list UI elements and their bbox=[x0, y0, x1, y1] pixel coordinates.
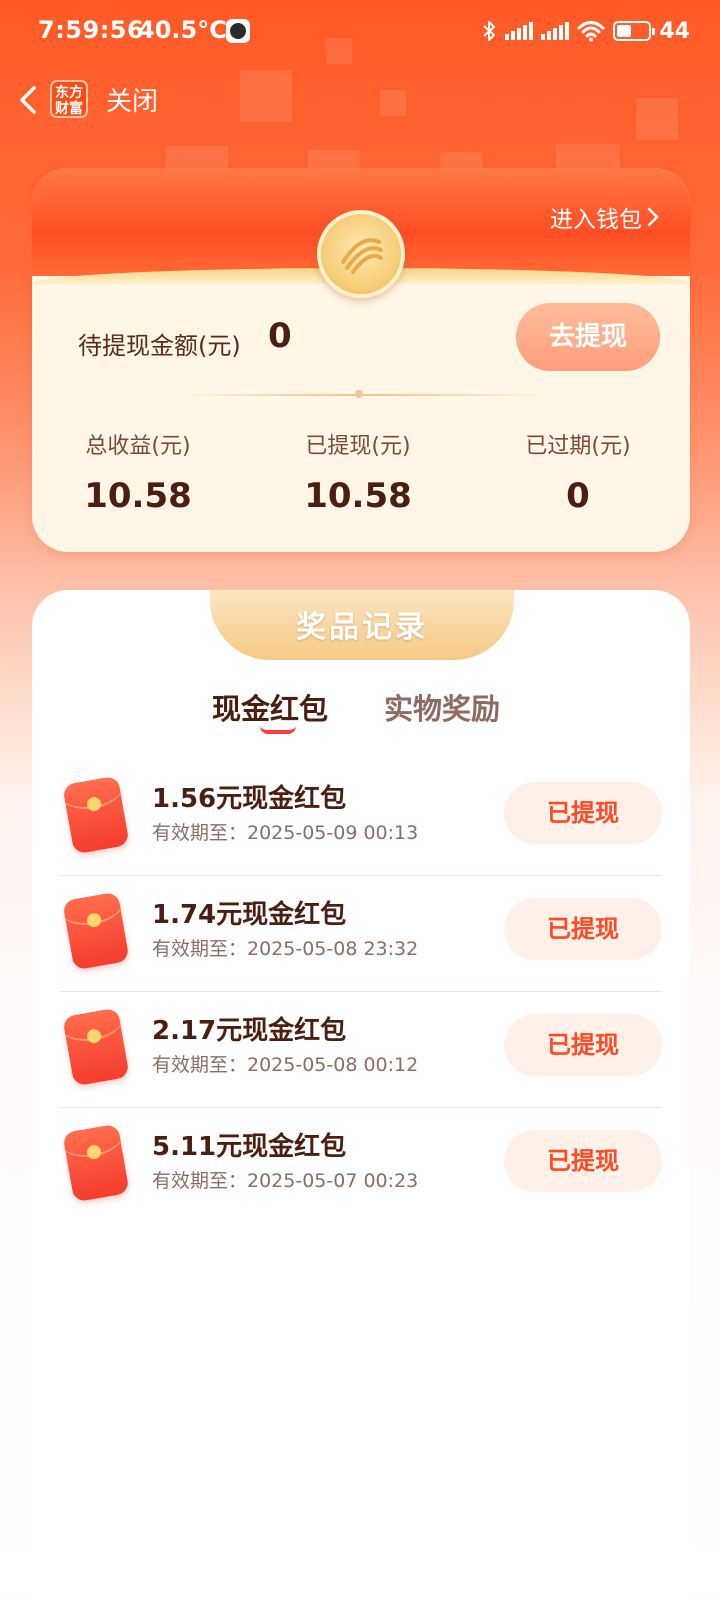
records-title-banner: 奖品记录 bbox=[210, 590, 514, 660]
stat-value: 10.58 bbox=[84, 476, 192, 516]
withdrawn-status-button[interactable]: 已提现 bbox=[504, 1130, 662, 1192]
list-item: 1.56元现金红包 有效期至：2025-05-09 00:13 已提现 bbox=[60, 760, 662, 876]
stat-expired: 已过期(元) 0 bbox=[488, 428, 668, 516]
record-expiry: 有效期至：2025-05-08 00:12 bbox=[152, 1054, 419, 1076]
withdrawn-status-button[interactable]: 已提现 bbox=[504, 782, 662, 844]
stat-label: 已过期(元) bbox=[525, 434, 631, 459]
background-decoration bbox=[308, 150, 360, 168]
prize-records-panel: 奖品记录 现金红包 实物奖励 1.56元现金红包 有效期至：2025-05-09… bbox=[32, 590, 690, 1600]
enter-wallet-label: 进入钱包 bbox=[550, 207, 642, 233]
pending-amount-value: 0 bbox=[268, 316, 292, 356]
logo-text-line1: 东方 bbox=[55, 85, 83, 101]
list-item: 2.17元现金红包 有效期至：2025-05-08 00:12 已提现 bbox=[60, 992, 662, 1108]
logo-text-line2: 财富 bbox=[55, 101, 83, 117]
active-tab-indicator bbox=[260, 726, 296, 734]
bluetooth-icon bbox=[483, 21, 496, 41]
signal-icon bbox=[541, 22, 570, 40]
stat-withdrawn: 已提现(元) 10.58 bbox=[268, 428, 448, 516]
notification-app-icon bbox=[226, 19, 250, 43]
record-expiry: 有效期至：2025-05-09 00:13 bbox=[152, 822, 419, 844]
back-arrow-icon[interactable] bbox=[14, 82, 44, 118]
status-bar: 7:59:56 40.5°C 44 bbox=[0, 0, 720, 64]
nav-bar: 东方 财富 关闭 bbox=[0, 70, 720, 130]
record-title: 1.74元现金红包 bbox=[152, 900, 347, 930]
records-title: 奖品记录 bbox=[296, 610, 428, 645]
record-list: 1.56元现金红包 有效期至：2025-05-09 00:13 已提现 1.74… bbox=[60, 760, 662, 1224]
list-item: 1.74元现金红包 有效期至：2025-05-08 23:32 已提现 bbox=[60, 876, 662, 992]
enter-wallet-link[interactable]: 进入钱包 bbox=[550, 200, 660, 234]
stat-value: 10.58 bbox=[304, 476, 412, 516]
red-envelope-icon bbox=[62, 891, 130, 971]
record-title: 1.56元现金红包 bbox=[152, 784, 347, 814]
record-expiry: 有效期至：2025-05-08 23:32 bbox=[152, 938, 419, 960]
stat-total-earnings: 总收益(元) 10.58 bbox=[48, 428, 228, 516]
background-decoration bbox=[166, 146, 228, 168]
record-title: 2.17元现金红包 bbox=[152, 1016, 347, 1046]
pending-amount-label: 待提现金额(元) bbox=[78, 332, 241, 360]
close-button[interactable]: 关闭 bbox=[106, 81, 158, 118]
withdraw-button[interactable]: 去提现 bbox=[516, 303, 660, 371]
wifi-icon bbox=[577, 21, 605, 42]
tab-physical-rewards[interactable]: 实物奖励 bbox=[384, 686, 500, 728]
app-logo: 东方 财富 bbox=[50, 80, 88, 118]
list-item: 5.11元现金红包 有效期至：2025-05-07 00:23 已提现 bbox=[60, 1108, 662, 1224]
red-envelope-icon bbox=[62, 1123, 130, 1203]
stat-value: 0 bbox=[566, 476, 590, 516]
wallet-card: 进入钱包 待提现金额(元) 0 去提现 总收益(元) 10.58 已提现(元) … bbox=[32, 168, 690, 552]
stat-label: 已提现(元) bbox=[305, 434, 411, 459]
divider-dot bbox=[355, 390, 363, 398]
status-icons: 44 bbox=[481, 14, 690, 48]
battery-level: 44 bbox=[659, 18, 690, 44]
stat-label: 总收益(元) bbox=[85, 434, 191, 459]
red-envelope-icon bbox=[62, 1007, 130, 1087]
background-decoration bbox=[556, 144, 620, 168]
battery-icon bbox=[613, 21, 656, 41]
status-time: 7:59:56 bbox=[38, 16, 145, 44]
coin-icon bbox=[317, 210, 405, 298]
red-envelope-icon bbox=[62, 775, 130, 855]
record-title: 5.11元现金红包 bbox=[152, 1132, 347, 1162]
withdrawn-status-button[interactable]: 已提现 bbox=[504, 898, 662, 960]
chevron-right-icon bbox=[647, 207, 659, 227]
record-expiry: 有效期至：2025-05-07 00:23 bbox=[152, 1170, 419, 1192]
status-temperature: 40.5°C bbox=[138, 16, 227, 44]
withdrawn-status-button[interactable]: 已提现 bbox=[504, 1014, 662, 1076]
tab-cash-red-packet[interactable]: 现金红包 bbox=[212, 686, 328, 728]
background-decoration bbox=[440, 152, 482, 168]
signal-icon bbox=[505, 22, 534, 40]
